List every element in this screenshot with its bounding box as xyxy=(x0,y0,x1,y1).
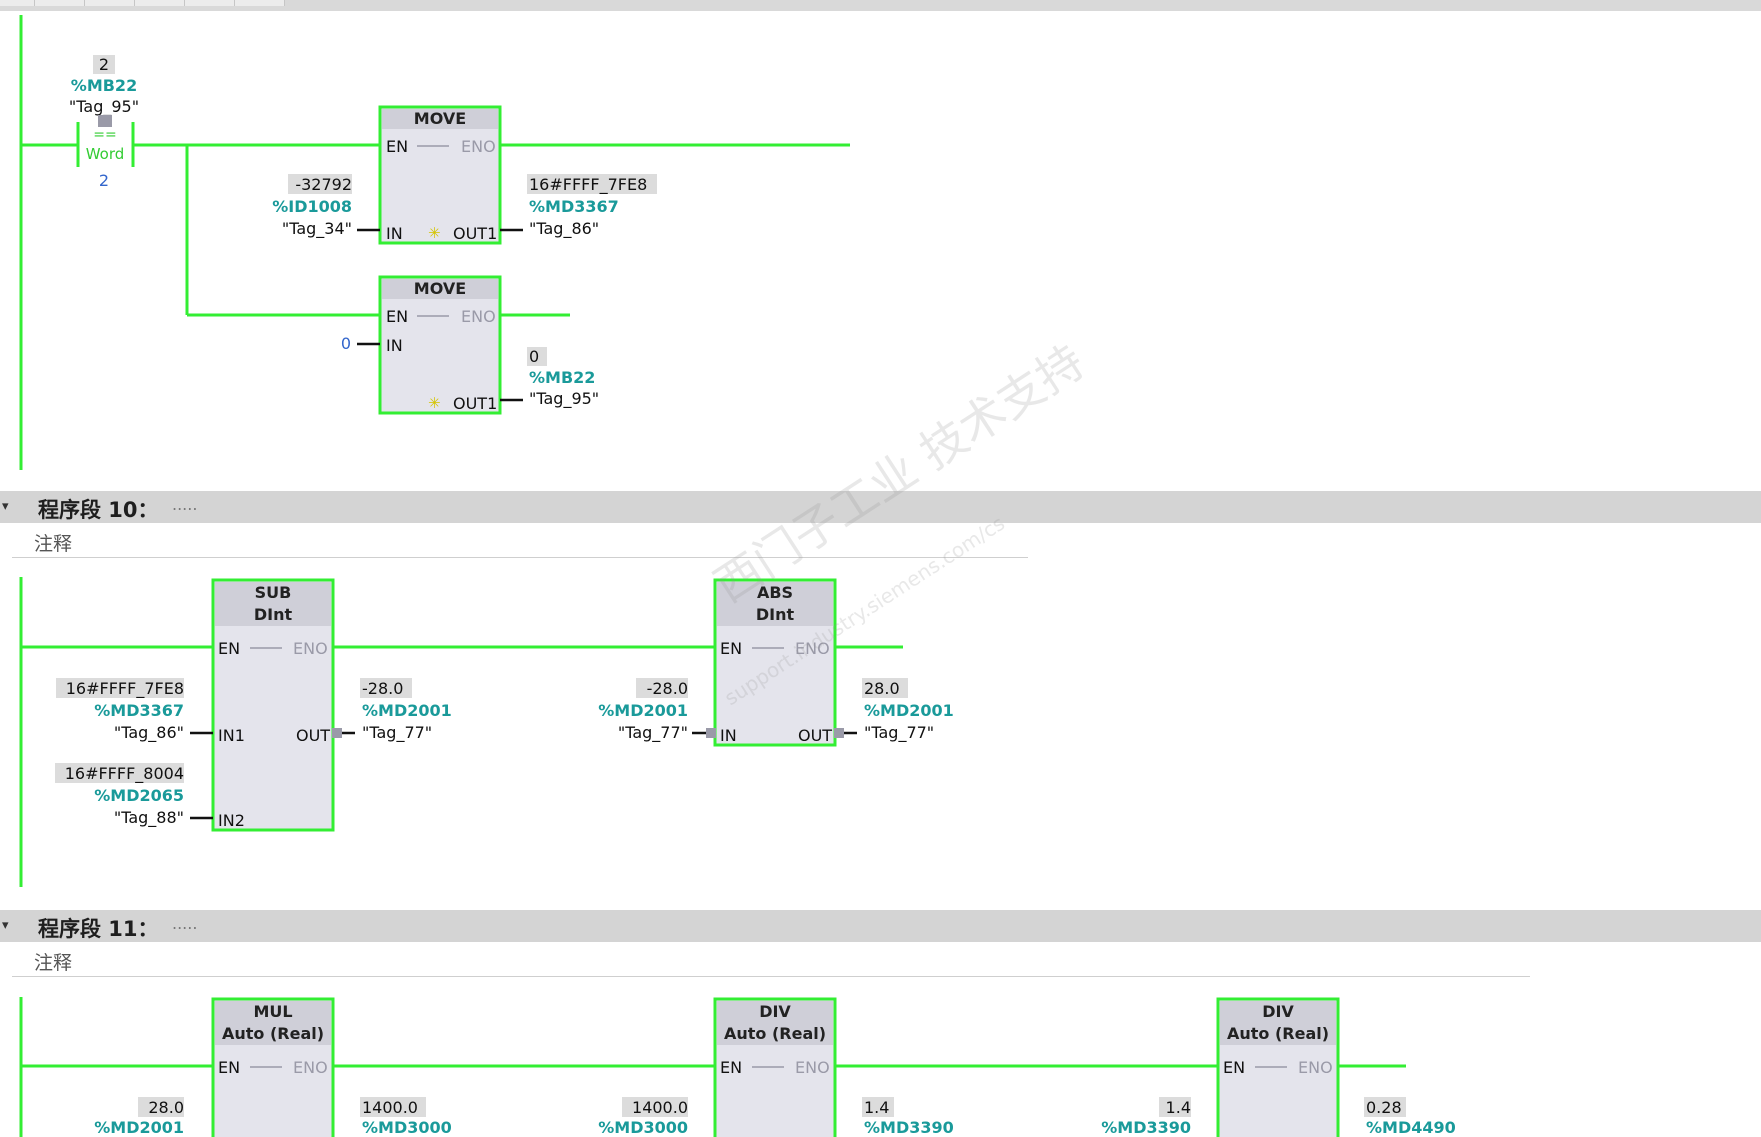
in1-address: %MD3390 xyxy=(1101,1118,1191,1137)
out-tag: "Tag_77" xyxy=(864,723,934,743)
pin-out: OUT xyxy=(296,726,330,745)
compare-marker xyxy=(98,115,112,127)
move-block-1[interactable]: MOVE EN ENO IN ✳ OUT1 -32792 %ID1008 "Ta… xyxy=(272,105,657,245)
pin-en: EN xyxy=(218,639,240,658)
out-tag: "Tag_86" xyxy=(529,219,599,239)
in-value: -28.0 xyxy=(647,679,688,698)
pin-eno: ENO xyxy=(293,1058,328,1077)
compare-operator: == xyxy=(93,127,116,143)
out-value: 16#FFFF_7FE8 xyxy=(529,175,647,195)
pin-in: IN xyxy=(720,726,737,745)
block-title: MOVE xyxy=(414,279,466,298)
out-address: %MB22 xyxy=(529,368,595,387)
pin-eno: ENO xyxy=(461,137,496,156)
star-icon: ✳ xyxy=(428,394,441,412)
in1-address: %MD3367 xyxy=(94,701,184,720)
block-title: DIV xyxy=(759,1002,791,1021)
out-value: 1400.0 xyxy=(362,1098,418,1117)
in-address: %ID1008 xyxy=(272,197,352,216)
block-type: Auto (Real) xyxy=(724,1024,826,1043)
abs-block[interactable]: ABS DInt EN ENO IN OUT -28.0 %MD2001 "Ta… xyxy=(598,578,954,747)
out-value: 1.4 xyxy=(864,1098,889,1117)
in1-address: %MD2001 xyxy=(94,1118,184,1137)
out-value: 0.28 xyxy=(1366,1098,1402,1117)
in-value: 0 xyxy=(341,334,351,353)
pin-in1: IN1 xyxy=(218,726,245,745)
move-block-2[interactable]: MOVE EN ENO IN ✳ OUT1 0 0 %MB22 "Tag_95" xyxy=(341,275,599,415)
out-address: %MD3367 xyxy=(529,197,619,216)
in1-address: %MD3000 xyxy=(598,1118,688,1137)
in-address: %MD2001 xyxy=(598,701,688,720)
pin-eno: ENO xyxy=(795,1058,830,1077)
div-block-1[interactable]: DIV Auto (Real) EN ENO 1400.0 %MD3000 1.… xyxy=(598,997,954,1137)
in1-value: 1.4 xyxy=(1166,1098,1191,1117)
ladder-diagram: .rung { stroke:#33ee33; stroke-width:3; … xyxy=(19,15,1456,1137)
in-tag: "Tag_77" xyxy=(618,723,688,743)
block-title: ABS xyxy=(757,583,793,602)
pin-en: EN xyxy=(720,639,742,658)
block-title: DIV xyxy=(1262,1002,1294,1021)
in-value: -32792 xyxy=(295,175,352,194)
pin-en: EN xyxy=(1223,1058,1245,1077)
out-tag: "Tag_95" xyxy=(529,389,599,409)
compare-type: Word xyxy=(86,145,125,163)
in1-value: 16#FFFF_7FE8 xyxy=(66,679,184,699)
compare-value: 2 xyxy=(99,55,109,74)
in2-address: %MD2065 xyxy=(94,786,184,805)
sub-block[interactable]: SUB DInt EN ENO IN1 IN2 OUT 16#FFFF_7FE8… xyxy=(55,578,452,832)
out-value: -28.0 xyxy=(362,679,403,698)
in1-value: 1400.0 xyxy=(632,1098,688,1117)
pin-en: EN xyxy=(720,1058,742,1077)
pin-eno: ENO xyxy=(461,307,496,326)
block-type: DInt xyxy=(756,605,795,624)
out-address: %MD3000 xyxy=(362,1118,452,1137)
compare-tag: "Tag_95" xyxy=(69,97,139,117)
in1-tag: "Tag_86" xyxy=(114,723,184,743)
pin-in: IN xyxy=(386,336,403,355)
out-value: 28.0 xyxy=(864,679,900,698)
compare-contact[interactable]: 2 %MB22 "Tag_95" == Word 2 xyxy=(69,55,139,190)
pin-out: OUT1 xyxy=(453,394,497,413)
pin-eno: ENO xyxy=(1298,1058,1333,1077)
pin-in: IN xyxy=(386,224,403,243)
div-block-2[interactable]: DIV Auto (Real) EN ENO 1.4 %MD3390 0.28 … xyxy=(1101,997,1456,1137)
pin-en: EN xyxy=(386,307,408,326)
block-type: Auto (Real) xyxy=(1227,1024,1329,1043)
out-address: %MD4490 xyxy=(1366,1118,1456,1137)
ladder-editor-canvas: ▾ 程序段 10： ..... 注释 ▾ 程序段 11： ..... 注释 .r… xyxy=(0,0,1761,1137)
in2-tag: "Tag_88" xyxy=(114,808,184,828)
pin-eno: ENO xyxy=(795,639,830,658)
out-address: %MD2001 xyxy=(362,701,452,720)
pin-eno: ENO xyxy=(293,639,328,658)
pin-en: EN xyxy=(386,137,408,156)
out-address: %MD3390 xyxy=(864,1118,954,1137)
block-title: MUL xyxy=(253,1002,292,1021)
pin-in2: IN2 xyxy=(218,811,245,830)
pin-out: OUT xyxy=(798,726,832,745)
block-type: DInt xyxy=(254,605,293,624)
out-value: 0 xyxy=(529,347,539,366)
compare-address: %MB22 xyxy=(71,76,137,95)
block-title: SUB xyxy=(255,583,292,602)
out-address: %MD2001 xyxy=(864,701,954,720)
out-tag: "Tag_77" xyxy=(362,723,432,743)
in1-value: 28.0 xyxy=(148,1098,184,1117)
pin-out: OUT1 xyxy=(453,224,497,243)
block-title: MOVE xyxy=(414,109,466,128)
in2-value: 16#FFFF_8004 xyxy=(65,764,184,784)
in-tag: "Tag_34" xyxy=(282,219,352,239)
mul-block[interactable]: MUL Auto (Real) EN ENO 28.0 %MD2001 1400… xyxy=(94,997,452,1137)
star-icon: ✳ xyxy=(428,224,441,242)
pin-en: EN xyxy=(218,1058,240,1077)
block-type: Auto (Real) xyxy=(222,1024,324,1043)
compare-operand2: 2 xyxy=(99,171,109,190)
